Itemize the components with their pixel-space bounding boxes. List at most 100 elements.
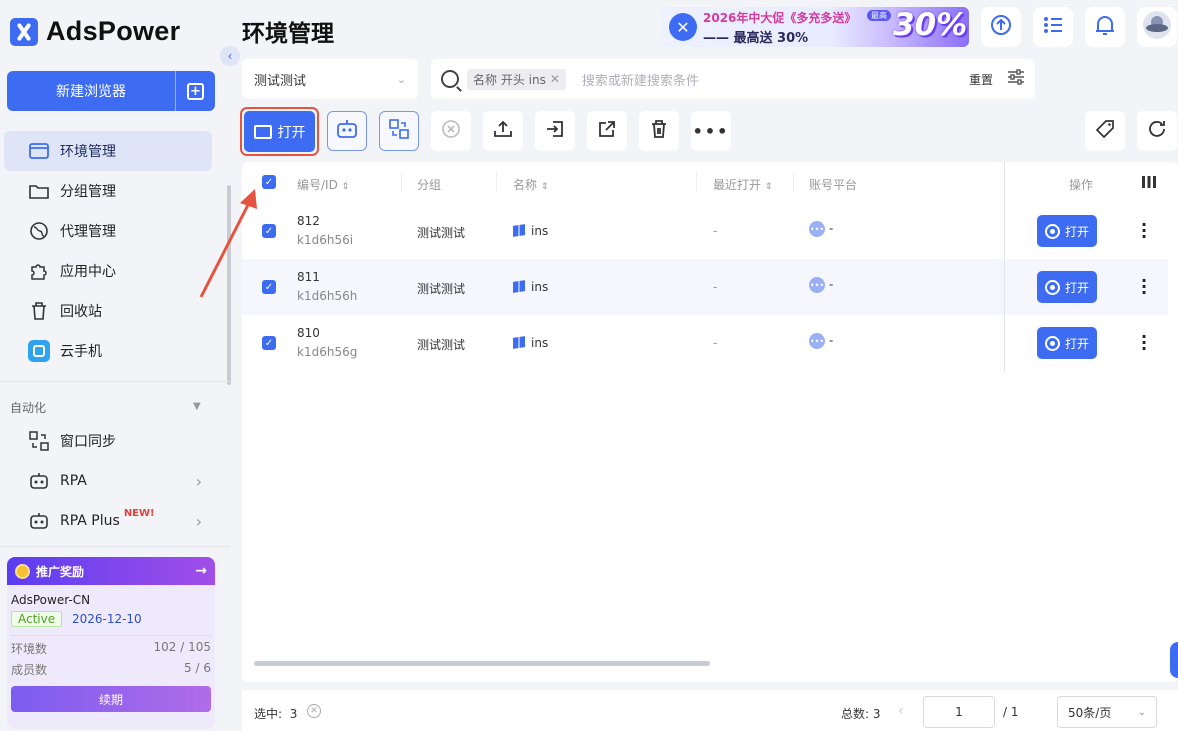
column-header-ops: 操作 xyxy=(1069,178,1094,192)
row-open-label: 打开 xyxy=(1064,280,1089,295)
selected-label: 选中: xyxy=(254,707,283,721)
column-separator xyxy=(696,172,697,192)
clear-selection-icon[interactable]: ✕ xyxy=(307,704,321,718)
row-more-icon[interactable]: · · · xyxy=(1138,329,1150,357)
selected-count: 选中: 3 xyxy=(254,705,297,722)
sidebar-item-label: 代理管理 xyxy=(60,224,116,240)
upload-button[interactable] xyxy=(483,111,523,151)
sidebar-item-groups[interactable]: 分组管理 xyxy=(4,171,212,211)
profile-group: 测试测试 xyxy=(417,226,466,240)
row-open-button[interactable]: 打开 xyxy=(1037,327,1097,359)
trash-icon xyxy=(28,300,50,322)
tag-button[interactable] xyxy=(1085,111,1125,151)
sidebar-item-label: 窗口同步 xyxy=(60,434,116,450)
profile-number: 811 xyxy=(297,270,320,284)
filter-chip[interactable]: 名称 开头 ins ✕ xyxy=(467,68,566,90)
column-header-platform: 账号平台 xyxy=(809,178,858,192)
share-button[interactable] xyxy=(587,111,627,151)
sidebar-item-app-center[interactable]: 应用中心 xyxy=(4,251,212,291)
new-browser-button[interactable]: 新建浏览器 xyxy=(7,71,175,111)
column-header-last-open[interactable]: 最近打开 ⇕ xyxy=(713,176,772,193)
row-checkbox[interactable]: ✓ xyxy=(262,336,276,350)
column-header-name[interactable]: 名称 ⇕ xyxy=(513,176,548,193)
sort-icon: ⇕ xyxy=(540,182,549,192)
window-sync-icon xyxy=(388,118,410,144)
table-row[interactable] xyxy=(242,259,1168,315)
close-browser-button[interactable] xyxy=(431,111,471,151)
sidebar-item-rpa-plus[interactable]: RPA Plus NEW! › xyxy=(4,501,212,541)
page-total: / 1 xyxy=(1003,705,1019,719)
upload-sync-button[interactable] xyxy=(981,7,1021,47)
member-count-label: 成员数 xyxy=(11,663,48,677)
search-input[interactable]: 名称 开头 ins ✕ 搜索或新建搜索条件 重置 xyxy=(431,59,1035,99)
sidebar-item-recycle-bin[interactable]: 回收站 xyxy=(4,291,212,331)
automation-section-label: 自动化 xyxy=(10,401,47,415)
sticky-column-divider xyxy=(1004,162,1005,372)
open-browser-button[interactable]: 打开 xyxy=(244,111,315,152)
window-sync-button[interactable] xyxy=(379,111,419,151)
chevron-right-icon: › xyxy=(195,511,202,531)
env-count-value: 102 / 105 xyxy=(153,640,211,654)
list-icon xyxy=(1043,16,1063,39)
chevron-down-icon[interactable]: ▼ xyxy=(193,401,201,412)
selected-value: 3 xyxy=(289,707,298,721)
table-row[interactable] xyxy=(242,203,1168,259)
total-count: 总数: 3 xyxy=(841,707,881,721)
browser-window-icon xyxy=(253,124,272,139)
sidebar-item-window-sync[interactable]: 窗口同步 xyxy=(4,421,212,461)
refresh-button[interactable] xyxy=(1137,111,1177,151)
app-logo[interactable]: AdsPower xyxy=(10,16,180,47)
promo-header[interactable]: 推广奖励 → xyxy=(7,557,215,585)
sidebar-item-label: 云手机 xyxy=(60,344,102,360)
column-settings-icon[interactable] xyxy=(1141,175,1157,193)
table-row[interactable] xyxy=(242,315,1168,371)
import-button[interactable] xyxy=(535,111,575,151)
rpa-button[interactable] xyxy=(327,111,367,151)
sidebar-divider xyxy=(0,546,230,547)
sidebar-item-label: 应用中心 xyxy=(60,264,116,280)
share-icon xyxy=(597,119,617,143)
refresh-icon xyxy=(1147,119,1167,143)
row-open-button[interactable]: 打开 xyxy=(1037,271,1097,303)
horizontal-scrollbar[interactable] xyxy=(254,661,710,666)
filter-settings-icon[interactable] xyxy=(1007,69,1025,89)
platform-text: - xyxy=(829,277,834,292)
new-browser-button-group: 新建浏览器 + xyxy=(7,71,215,111)
user-avatar-button[interactable] xyxy=(1137,7,1177,47)
profile-name: ins xyxy=(513,224,548,238)
profile-name-text: ins xyxy=(531,280,549,294)
floating-help-tab[interactable] xyxy=(1170,642,1178,678)
promo-banner[interactable]: ✕ 2026年中大促《多充多送》 —— 最高送 30% 最高 30% xyxy=(661,7,969,47)
sidebar-item-profiles[interactable]: 环境管理 xyxy=(4,131,212,171)
last-open: - xyxy=(713,336,718,350)
sidebar-item-proxies[interactable]: 代理管理 xyxy=(4,211,212,251)
quick-create-button[interactable]: + xyxy=(175,71,215,111)
page-input[interactable]: 1 xyxy=(923,696,995,728)
row-more-icon[interactable]: · · · xyxy=(1138,217,1150,245)
column-separator xyxy=(793,172,794,192)
delete-button[interactable] xyxy=(639,111,679,151)
sidebar-item-rpa[interactable]: RPA › xyxy=(4,461,212,501)
trash-icon xyxy=(650,119,668,143)
task-list-button[interactable] xyxy=(1033,7,1073,47)
notifications-button[interactable] xyxy=(1085,7,1125,47)
profile-id: k1d6h56i xyxy=(297,233,354,247)
row-open-button[interactable]: 打开 xyxy=(1037,215,1097,247)
column-header-id[interactable]: 编号/ID ⇕ xyxy=(297,176,349,193)
status-badge: Active xyxy=(11,611,63,627)
sidebar-item-cloud-phone[interactable]: 云手机 xyxy=(4,331,212,371)
collapse-sidebar-button[interactable]: ‹ xyxy=(220,46,240,66)
page-size-select[interactable]: 50条/页 ⌄ xyxy=(1057,696,1157,728)
tag-icon xyxy=(1095,119,1115,143)
sort-icon: ⇕ xyxy=(341,182,350,192)
sidebar-item-label: RPA xyxy=(60,473,87,489)
close-icon[interactable]: ✕ xyxy=(550,72,560,86)
group-select[interactable]: 测试测试 ⌄ xyxy=(242,59,418,99)
reset-button[interactable]: 重置 xyxy=(969,71,993,88)
coin-icon xyxy=(15,563,30,579)
renew-button[interactable]: 续期 xyxy=(11,686,211,712)
chevron-down-icon: ⌄ xyxy=(1137,706,1146,718)
prev-page-icon[interactable]: ‹ xyxy=(898,703,904,719)
more-button[interactable]: ••• xyxy=(691,111,731,151)
row-more-icon[interactable]: · · · xyxy=(1138,273,1150,301)
